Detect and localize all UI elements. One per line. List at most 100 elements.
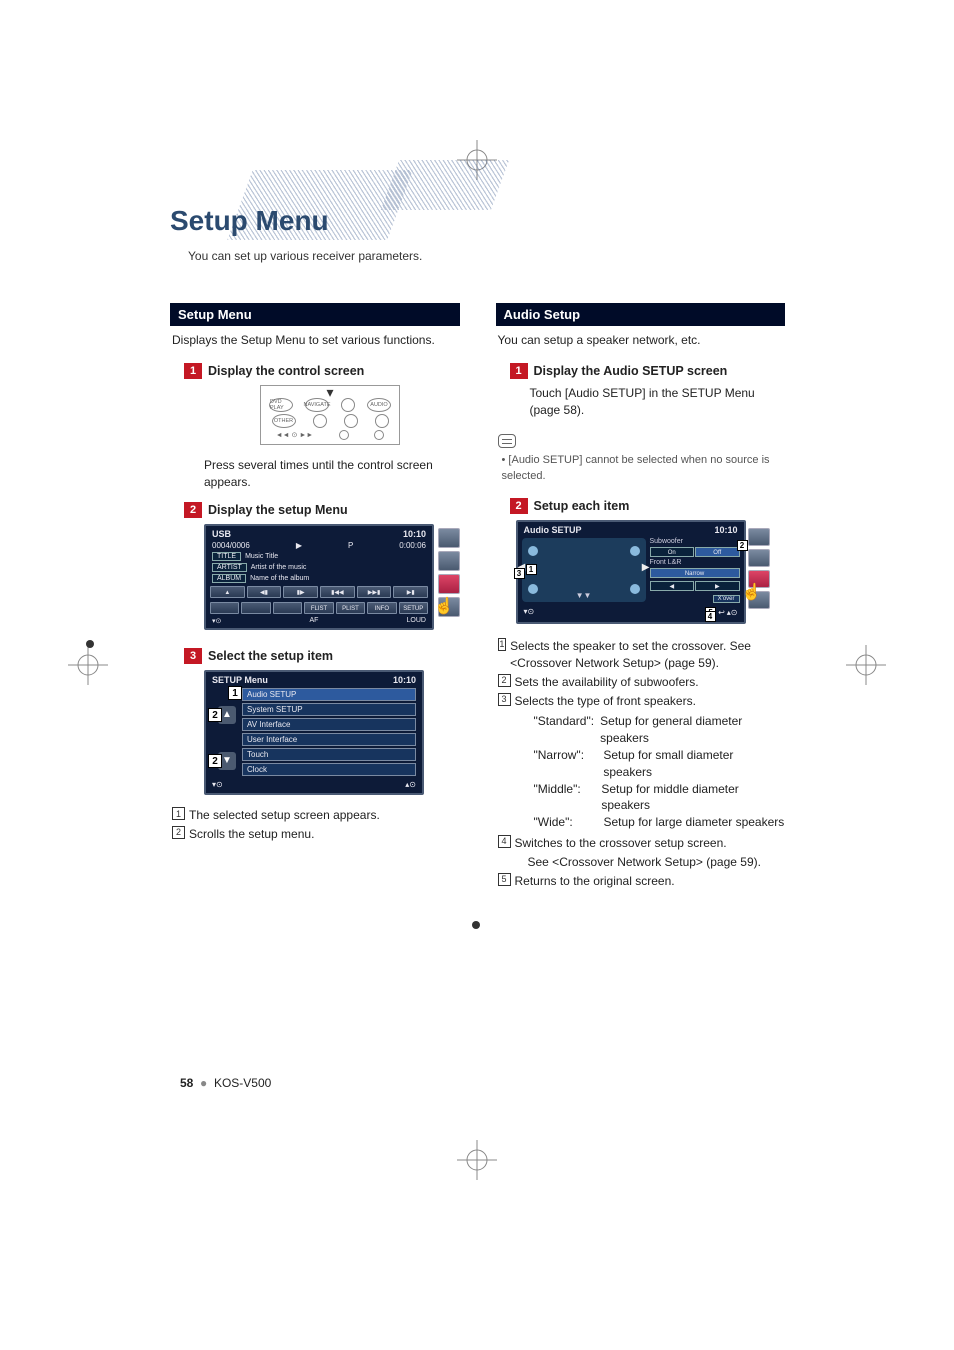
mini-button: FLIST xyxy=(304,602,333,614)
callout-1-icon: 1 xyxy=(498,638,507,651)
down-arrow-icon: ▾ xyxy=(263,388,397,396)
usb-track: 0004/0006 xyxy=(212,541,250,550)
step-a1-label: Display the Audio SETUP screen xyxy=(534,364,728,378)
step-a2-label: Setup each item xyxy=(534,499,630,513)
spk-standard-val: Setup for general diameter speakers xyxy=(600,713,785,747)
remote-button: NAVIGATE xyxy=(305,398,329,412)
remote-button xyxy=(339,430,349,440)
speaker-icon xyxy=(528,546,538,556)
down-scroll-icon: ▼▼ xyxy=(576,591,592,600)
close-icon: ▾⊙ xyxy=(212,780,223,789)
menu-item-system: System SETUP xyxy=(242,703,416,716)
step-1-text: Press several times until the control sc… xyxy=(204,457,460,491)
callout-list-left: 1The selected setup screen appears. 2Scr… xyxy=(172,807,460,843)
callout-3-icon: 3 xyxy=(498,693,511,706)
front-label: Front L&R xyxy=(650,559,740,566)
callout-4-marker: 4 xyxy=(705,611,716,622)
remote-button: AUDIO xyxy=(367,398,391,412)
callout-4-icon: 4 xyxy=(498,835,511,848)
step-2: 2 Display the setup Menu xyxy=(184,502,460,518)
mini-button: SETUP xyxy=(399,602,428,614)
step-a1: 1 Display the Audio SETUP screen xyxy=(510,363,786,379)
menu-item-ui: User Interface xyxy=(242,733,416,746)
side-button xyxy=(748,528,770,546)
mini-button xyxy=(241,602,270,614)
page-number: 58 xyxy=(180,1076,193,1090)
dot-mark-center xyxy=(472,921,480,929)
step-a1-text: Touch [Audio SETUP] in the SETUP Menu (p… xyxy=(530,385,786,419)
usb-channel: P xyxy=(348,541,353,550)
side-button xyxy=(438,574,460,594)
car-diagram: 1 ◀ ▶ ▼▼ xyxy=(522,538,646,602)
callout-list-right-2: 4Switches to the crossover setup screen.… xyxy=(498,835,786,889)
mini-button: ▮▶ xyxy=(283,586,318,598)
usb-tag-album: ALBUM xyxy=(212,574,246,583)
left-column: Setup Menu Displays the Setup Menu to se… xyxy=(170,303,460,893)
registration-right xyxy=(846,645,886,685)
remote-button xyxy=(374,430,384,440)
page-footer: 58 ● KOS-V500 xyxy=(180,1076,271,1090)
next-icon: ▶ xyxy=(695,581,740,591)
usb-af: AF xyxy=(309,617,318,625)
figure-control-screen: ▾ DVD PLAY NAVIGATE AUDIO OTHER ◄◄ ⊙ ►► xyxy=(260,385,400,445)
note-text: • [Audio SETUP] cannot be selected when … xyxy=(502,453,786,484)
right-column: Audio Setup You can setup a speaker netw… xyxy=(496,303,786,893)
audio-clock: 10:10 xyxy=(714,525,737,535)
usb-loud: LOUD xyxy=(407,617,426,625)
callout-1-marker: 1 xyxy=(526,564,537,575)
usb-time: 0:00:06 xyxy=(399,541,426,550)
speaker-icon xyxy=(630,546,640,556)
step-2-number: 2 xyxy=(184,502,202,518)
step-3: 3 Select the setup item xyxy=(184,648,460,664)
spk-narrow-val: Setup for small diameter speakers xyxy=(603,747,785,781)
menu-item-audio: Audio SETUP xyxy=(242,688,416,701)
usb-album-value: Name of the album xyxy=(250,575,309,582)
note-block xyxy=(498,430,786,453)
step-3-label: Select the setup item xyxy=(208,649,333,663)
page: Setup Menu You can set up various receiv… xyxy=(170,160,785,893)
step-1-number: 1 xyxy=(184,363,202,379)
mini-button: INFO xyxy=(367,602,396,614)
remote-button xyxy=(344,414,358,428)
callout-1-text: The selected setup screen appears. xyxy=(189,807,380,824)
menu-item-touch: Touch xyxy=(242,748,416,761)
mini-button xyxy=(273,602,302,614)
remote-button xyxy=(313,414,327,428)
model-name: KOS-V500 xyxy=(214,1076,271,1090)
note-icon xyxy=(498,434,516,448)
mini-button xyxy=(210,602,239,614)
sub-label: Subwoofer xyxy=(650,538,740,545)
spk-wide-val: Setup for large diameter speakers xyxy=(604,814,785,831)
play-icon: ▶ xyxy=(296,541,302,550)
step-a1-number: 1 xyxy=(510,363,528,379)
remote-button xyxy=(341,398,355,412)
usb-clock: 10:10 xyxy=(403,529,426,539)
setupmenu-clock: 10:10 xyxy=(393,675,416,685)
audio-controls: Subwoofer On Off 2 Front L&R Narrow 3 ◀ xyxy=(650,538,740,603)
section-head-audio: Audio Setup xyxy=(496,303,786,326)
dot-mark-left xyxy=(86,640,94,648)
callout-1-text: Selects the speaker to set the crossover… xyxy=(510,638,785,672)
registration-bottom xyxy=(457,1140,497,1180)
callout-2-marker-down: 2 xyxy=(208,754,222,768)
section-intro-audio: You can setup a speaker network, etc. xyxy=(498,332,786,349)
callout-4b-text: See <Crossover Network Setup> (page 59). xyxy=(528,854,761,871)
callout-2-text: Sets the availability of subwoofers. xyxy=(515,674,699,691)
front-val: Narrow xyxy=(650,568,740,578)
section-intro-setup: Displays the Setup Menu to set various f… xyxy=(172,332,460,349)
step-a2-number: 2 xyxy=(510,498,528,514)
up-indicator-icon: ▴⊙ xyxy=(405,780,416,789)
title-block: Setup Menu xyxy=(170,160,785,237)
callout-5-icon: 5 xyxy=(498,873,511,886)
return-icon: ↩ xyxy=(718,608,725,617)
page-title: Setup Menu xyxy=(170,160,785,237)
step-1-label: Display the control screen xyxy=(208,364,364,378)
speaker-icon xyxy=(630,584,640,594)
sub-on: On xyxy=(650,547,695,557)
usb-tag-artist: ARTIST xyxy=(212,563,247,572)
spk-middle-key: "Middle": xyxy=(534,781,602,815)
remote-button: OTHER xyxy=(272,414,296,428)
callout-2-marker: 2 xyxy=(737,540,748,551)
close-icon: ▾⊙ xyxy=(524,607,535,618)
speaker-type-table: "Standard":Setup for general diameter sp… xyxy=(534,713,786,831)
